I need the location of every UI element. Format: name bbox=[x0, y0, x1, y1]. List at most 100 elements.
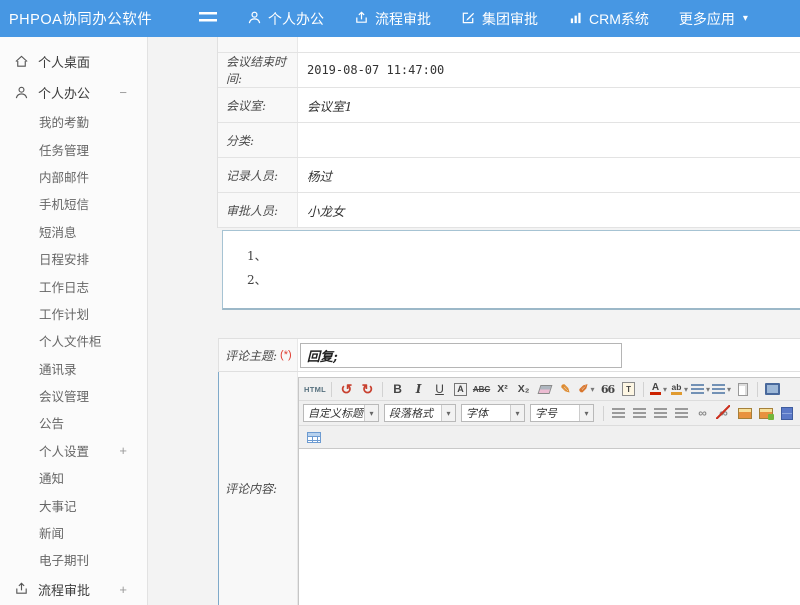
remove-link-button[interactable]: ∞ bbox=[714, 404, 733, 422]
insert-table-button[interactable] bbox=[304, 428, 323, 446]
sidebar-item-short-message[interactable]: 短消息 bbox=[0, 218, 147, 245]
justify-button[interactable] bbox=[672, 404, 691, 422]
nav-crm-system[interactable]: CRM系统 bbox=[568, 9, 649, 29]
redo-button[interactable]: ↻ bbox=[358, 380, 377, 398]
justify-icon bbox=[675, 408, 688, 418]
blockquote-button[interactable]: 66 bbox=[598, 380, 617, 398]
nav-workflow-approval[interactable]: 流程审批 bbox=[354, 9, 431, 29]
nav-label: 集团审批 bbox=[482, 9, 538, 29]
collapse-icon[interactable]: − bbox=[119, 85, 127, 100]
sidebar-item-e-journal[interactable]: 电子期刊 bbox=[0, 546, 147, 573]
comment-subject-row: 评论主题: (*) bbox=[218, 338, 800, 372]
sidebar-item-personal-files[interactable]: 个人文件柜 bbox=[0, 327, 147, 354]
insert-link-button[interactable]: ∞ bbox=[693, 404, 712, 422]
sidebar-item-my-attendance[interactable]: 我的考勤 bbox=[0, 108, 147, 135]
sidebar-item-news[interactable]: 新闻 bbox=[0, 519, 147, 546]
font-color-icon: A bbox=[650, 383, 661, 395]
highlight-color-button[interactable]: ab ▾ bbox=[670, 380, 689, 398]
insert-flash-button[interactable] bbox=[756, 404, 775, 422]
sidebar-item-contacts[interactable]: 通讯录 bbox=[0, 355, 147, 382]
align-right-button[interactable] bbox=[651, 404, 670, 422]
font-family-select[interactable]: 字体 ▾ bbox=[461, 404, 525, 422]
table-row-end-time: 会议结束时间: 2019-08-07 11:47:00 bbox=[218, 53, 800, 88]
row-value: 小龙女 bbox=[307, 201, 345, 220]
comment-subject-input[interactable] bbox=[300, 343, 622, 368]
row-label: 记录人员: bbox=[226, 167, 278, 184]
undo-button[interactable]: ↺ bbox=[337, 380, 356, 398]
superscript-button[interactable]: X² bbox=[493, 380, 512, 398]
subscript-button[interactable]: X₂ bbox=[514, 380, 533, 398]
nav-more-apps[interactable]: 更多应用 ▾ bbox=[679, 9, 748, 29]
main-content: 会议结束时间: 2019-08-07 11:47:00 会议室: 会议室1 分类… bbox=[149, 37, 800, 605]
editor-content-area[interactable] bbox=[299, 449, 800, 605]
image-icon bbox=[738, 408, 752, 419]
fill-color-button[interactable]: ✐▾ bbox=[577, 380, 596, 398]
blank-page-icon bbox=[738, 383, 748, 396]
sidebar-item-sms[interactable]: 手机短信 bbox=[0, 190, 147, 217]
italic-button[interactable]: I bbox=[409, 380, 428, 398]
sidebar-item-internal-mail[interactable]: 内部邮件 bbox=[0, 163, 147, 190]
hamburger-menu-icon[interactable] bbox=[199, 12, 217, 25]
row-label: 会议结束时间: bbox=[226, 53, 297, 87]
ordered-list-button[interactable]: ▾ bbox=[691, 380, 710, 398]
table-row-meeting-room: 会议室: 会议室1 bbox=[218, 88, 800, 123]
sidebar-item-work-log[interactable]: 工作日志 bbox=[0, 272, 147, 299]
font-name-button[interactable]: A bbox=[451, 380, 470, 398]
underline-button[interactable]: U bbox=[430, 380, 449, 398]
editor-toolbar-row-2: 自定义标题 ▾ 段落格式 ▾ 字体 ▾ 字号 ▾ bbox=[299, 401, 800, 426]
sidebar-item-label: 个人桌面 bbox=[38, 52, 90, 71]
insert-media-button[interactable] bbox=[777, 404, 796, 422]
brush-icon: ✎ bbox=[561, 382, 571, 396]
sidebar-item-work-plan[interactable]: 工作计划 bbox=[0, 300, 147, 327]
monitor-icon bbox=[765, 383, 780, 395]
home-icon bbox=[14, 54, 30, 70]
paragraph-format-select[interactable]: 段落格式 ▾ bbox=[384, 404, 456, 422]
heading-select[interactable]: 自定义标题 ▾ bbox=[303, 404, 379, 422]
sidebar-item-meeting-management[interactable]: 会议管理 bbox=[0, 382, 147, 409]
format-brush-button[interactable]: ✎ bbox=[556, 380, 575, 398]
sidebar-item-personal-settings[interactable]: 个人设置 + bbox=[0, 437, 147, 464]
content-line: 2、 bbox=[247, 268, 800, 292]
fullscreen-button[interactable] bbox=[763, 380, 782, 398]
row-value: 会议室1 bbox=[307, 96, 352, 115]
align-center-button[interactable] bbox=[630, 404, 649, 422]
strikethrough-button[interactable]: ABC bbox=[472, 380, 491, 398]
chevron-down-icon: ▾ bbox=[743, 13, 748, 24]
font-size-select[interactable]: 字号 ▾ bbox=[530, 404, 594, 422]
editor-toolbar-row-3 bbox=[299, 426, 800, 449]
sidebar-item-notice[interactable]: 通知 bbox=[0, 464, 147, 491]
align-left-icon bbox=[612, 408, 625, 418]
sidebar-item-schedule[interactable]: 日程安排 bbox=[0, 245, 147, 272]
sidebar-item-personal-desktop[interactable]: 个人桌面 bbox=[0, 46, 147, 77]
chevron-down-icon: ▾ bbox=[441, 405, 455, 421]
font-color-button[interactable]: A ▾ bbox=[649, 380, 668, 398]
clipboard-icon: T bbox=[622, 382, 635, 396]
nav-label: 流程审批 bbox=[375, 9, 431, 29]
table-row-partial bbox=[218, 37, 800, 53]
expand-icon[interactable]: + bbox=[119, 443, 127, 458]
nav-group-approval[interactable]: 集团审批 bbox=[461, 9, 538, 29]
chevron-down-icon: ▾ bbox=[706, 385, 710, 394]
unordered-list-icon bbox=[712, 384, 725, 394]
paste-plain-text-button[interactable]: T bbox=[619, 380, 638, 398]
bold-button[interactable]: B bbox=[388, 380, 407, 398]
flow-upload-icon bbox=[354, 10, 369, 28]
remove-format-button[interactable] bbox=[535, 380, 554, 398]
sidebar-item-major-events[interactable]: 大事记 bbox=[0, 491, 147, 518]
row-value: 杨过 bbox=[307, 166, 332, 185]
sidebar-item-task-management[interactable]: 任务管理 bbox=[0, 135, 147, 162]
html-source-button[interactable]: HTML bbox=[304, 380, 326, 398]
sidebar-item-personal-office[interactable]: 个人办公 − bbox=[0, 77, 147, 108]
sidebar-item-announcement[interactable]: 公告 bbox=[0, 409, 147, 436]
nav-label: 个人办公 bbox=[268, 9, 324, 29]
align-left-button[interactable] bbox=[609, 404, 628, 422]
expand-icon[interactable]: + bbox=[119, 582, 127, 597]
sidebar-item-workflow-approval[interactable]: 流程审批 + bbox=[0, 574, 147, 605]
required-mark: (*) bbox=[280, 349, 292, 361]
nav-label: 更多应用 bbox=[679, 9, 735, 29]
chevron-down-icon: ▾ bbox=[727, 385, 731, 394]
unordered-list-button[interactable]: ▾ bbox=[712, 380, 731, 398]
new-document-button[interactable] bbox=[733, 380, 752, 398]
nav-personal-office[interactable]: 个人办公 bbox=[247, 9, 324, 29]
insert-image-button[interactable] bbox=[735, 404, 754, 422]
